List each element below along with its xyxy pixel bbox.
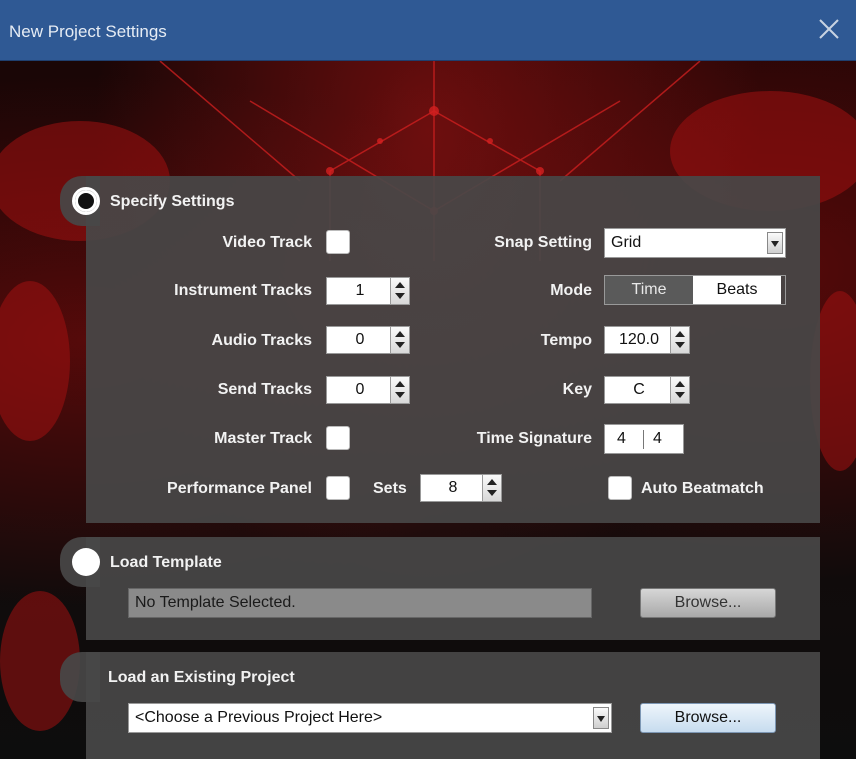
performance-panel-checkbox[interactable] bbox=[326, 476, 350, 500]
send-tracks-label: Send Tracks bbox=[217, 381, 312, 398]
tempo-stepper[interactable]: 120.0 bbox=[604, 326, 690, 354]
auto-beatmatch-label: Auto Beatmatch bbox=[641, 480, 764, 497]
existing-project-select[interactable]: <Choose a Previous Project Here> bbox=[128, 703, 612, 733]
time-signature-denominator[interactable]: 4 bbox=[653, 430, 662, 448]
load-template-label: Load Template bbox=[110, 554, 222, 571]
tempo-label: Tempo bbox=[540, 332, 592, 349]
instrument-tracks-value: 1 bbox=[355, 282, 365, 299]
auto-beatmatch-checkbox[interactable] bbox=[608, 476, 632, 500]
master-track-checkbox[interactable] bbox=[326, 426, 350, 450]
template-path-field: No Template Selected. bbox=[128, 588, 592, 618]
template-path-value: No Template Selected. bbox=[135, 594, 296, 611]
key-stepper[interactable]: C bbox=[604, 376, 690, 404]
specify-settings-radio[interactable] bbox=[72, 187, 100, 215]
stepper-arrows-icon[interactable] bbox=[390, 278, 409, 304]
stepper-arrows-icon[interactable] bbox=[390, 327, 409, 353]
close-icon[interactable] bbox=[812, 12, 846, 46]
master-track-label: Master Track bbox=[214, 430, 312, 447]
mode-beats-option[interactable]: Beats bbox=[693, 276, 781, 304]
stepper-arrows-icon[interactable] bbox=[390, 377, 409, 403]
sets-value: 8 bbox=[448, 479, 458, 496]
time-signature-field[interactable]: 4 4 bbox=[604, 424, 684, 454]
mode-time-option[interactable]: Time bbox=[605, 276, 693, 304]
specify-settings-label: Specify Settings bbox=[110, 193, 235, 210]
stepper-arrows-icon[interactable] bbox=[482, 475, 501, 501]
mode-toggle[interactable]: Time Beats bbox=[604, 275, 786, 305]
existing-browse-button[interactable]: Browse... bbox=[640, 703, 776, 733]
snap-setting-value: Grid bbox=[611, 234, 642, 251]
audio-tracks-label: Audio Tracks bbox=[211, 332, 312, 349]
time-signature-label: Time Signature bbox=[476, 430, 592, 447]
instrument-tracks-stepper[interactable]: 1 bbox=[326, 277, 410, 305]
video-track-checkbox[interactable] bbox=[326, 230, 350, 254]
send-tracks-value: 0 bbox=[355, 381, 365, 398]
audio-tracks-stepper[interactable]: 0 bbox=[326, 326, 410, 354]
chevron-down-icon[interactable] bbox=[593, 707, 609, 729]
sets-stepper[interactable]: 8 bbox=[420, 474, 502, 502]
window-title: New Project Settings bbox=[9, 22, 167, 41]
time-signature-numerator[interactable]: 4 bbox=[617, 430, 626, 448]
chevron-down-icon[interactable] bbox=[767, 232, 783, 254]
sets-label: Sets bbox=[373, 480, 407, 497]
snap-setting-select[interactable]: Grid bbox=[604, 228, 786, 258]
stepper-arrows-icon[interactable] bbox=[670, 377, 689, 403]
tempo-value: 120.0 bbox=[618, 331, 660, 348]
key-value: C bbox=[633, 381, 645, 398]
existing-project-value: <Choose a Previous Project Here> bbox=[135, 709, 383, 726]
audio-tracks-value: 0 bbox=[355, 331, 365, 348]
mode-label: Mode bbox=[550, 282, 592, 299]
template-browse-button[interactable]: Browse... bbox=[640, 588, 776, 618]
load-template-radio[interactable] bbox=[72, 548, 100, 576]
existing-project-label: Load an Existing Project bbox=[108, 669, 295, 686]
send-tracks-stepper[interactable]: 0 bbox=[326, 376, 410, 404]
stepper-arrows-icon[interactable] bbox=[670, 327, 689, 353]
time-signature-divider bbox=[643, 430, 644, 449]
key-label: Key bbox=[562, 381, 592, 398]
title-bar: New Project Settings bbox=[0, 0, 856, 61]
video-track-label: Video Track bbox=[222, 234, 312, 251]
snap-setting-label: Snap Setting bbox=[494, 234, 592, 251]
instrument-tracks-label: Instrument Tracks bbox=[174, 282, 312, 299]
performance-panel-label: Performance Panel bbox=[167, 480, 312, 497]
